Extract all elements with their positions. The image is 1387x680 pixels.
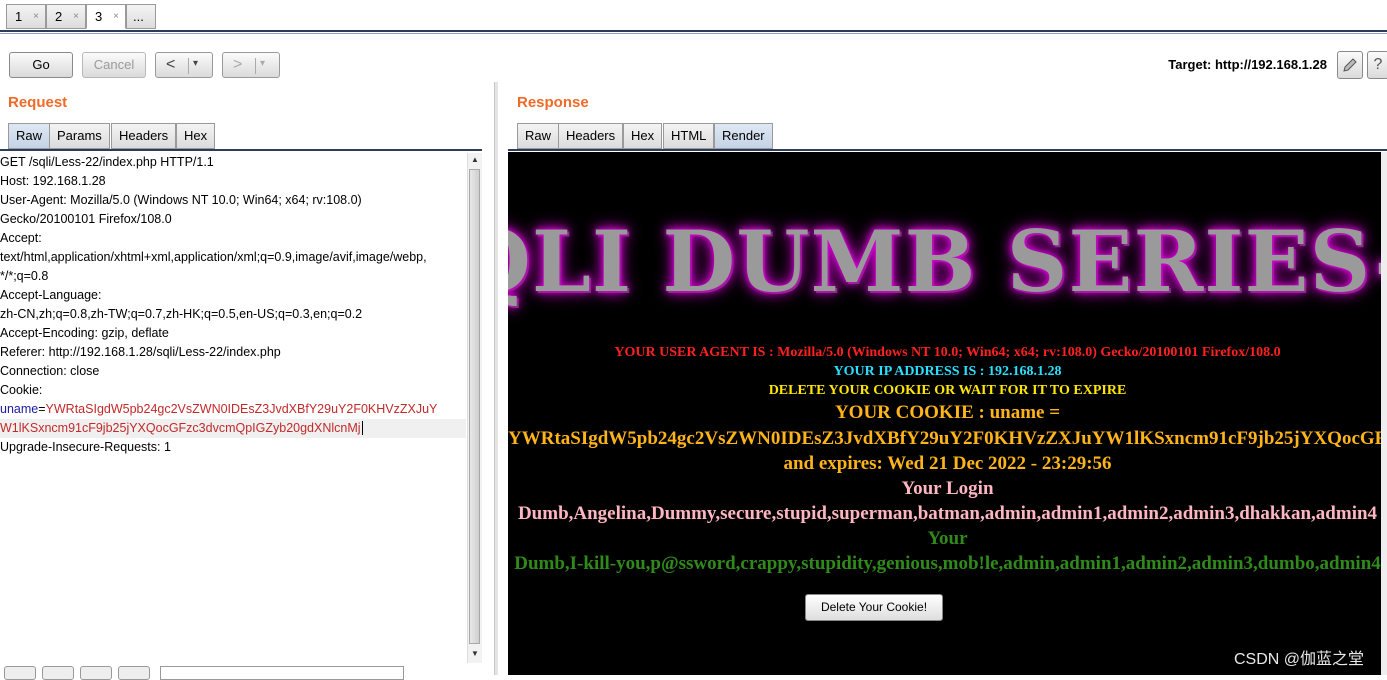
help-icon[interactable] (4, 666, 36, 680)
cookie-label: YOUR COOKIE : uname = (834, 402, 1061, 423)
target-label: Target: http://192.168.1.28 (1168, 57, 1327, 72)
close-icon[interactable]: × (73, 5, 79, 28)
pencil-icon (1343, 58, 1357, 72)
tab-bar-line (0, 30, 1387, 32)
back-arrow-icon: < (166, 56, 176, 73)
response-tab-render[interactable]: Render (714, 123, 773, 149)
help-button[interactable]: ? (1367, 51, 1387, 79)
cookie-eq: = (38, 402, 46, 416)
tab-underline (508, 149, 1387, 151)
cookie-value: W1lKSxncm91cF9jb25jYXQocGFzc3dvcmQpIGZyb… (0, 421, 361, 435)
request-tab-raw[interactable]: Raw (8, 123, 51, 149)
request-scrollbar[interactable]: ▲ ▼ (467, 153, 482, 663)
delete-notice: DELETE YOUR COOKIE OR WAIT FOR IT TO EXP… (768, 383, 1127, 398)
expires-line: and expires: Wed 21 Dec 2022 - 23:29:56 (783, 453, 1112, 474)
ip-line: YOUR IP ADDRESS IS : 192.168.1.28 (833, 364, 1062, 379)
request-line: zh-CN,zh;q=0.8,zh-TW;q=0.7,zh-HK;q=0.5,e… (0, 307, 363, 321)
cancel-button: Cancel (82, 52, 146, 78)
request-title: Request (8, 94, 68, 111)
tab-more[interactable]: ... (126, 4, 156, 29)
cookie-key: uname (0, 402, 39, 416)
split-divider[interactable] (494, 82, 498, 675)
delete-cookie-button[interactable]: Delete Your Cookie! (805, 594, 943, 621)
response-title: Response (517, 94, 589, 111)
request-tab-hex[interactable]: Hex (176, 123, 216, 149)
request-line: Gecko/20100101 Firefox/108.0 (0, 212, 172, 226)
request-line: Upgrade-Insecure-Requests: 1 (0, 440, 171, 454)
cookie-value: YWRtaSIgdW5pb24gc2VsZWN0IDEsZ3JvdXBfY29u… (45, 402, 438, 416)
go-button[interactable]: Go (9, 52, 73, 78)
user-agent-line: YOUR USER AGENT IS : Mozilla/5.0 (Window… (614, 345, 1281, 360)
response-tab-headers[interactable]: Headers (558, 123, 624, 149)
prev-icon[interactable] (42, 666, 74, 680)
next-icon[interactable] (118, 666, 150, 680)
cookie-line: W1lKSxncm91cF9jb25jYXQocGFzc3dvcmQpIGZyb… (0, 419, 466, 438)
text-cursor (361, 421, 363, 435)
back-button[interactable]: < ▾ (155, 52, 213, 78)
response-tab-html[interactable]: HTML (663, 123, 715, 149)
separator (255, 58, 256, 74)
request-line: Host: 192.168.1.28 (0, 174, 106, 188)
request-tab-params[interactable]: Params (49, 123, 110, 149)
request-line: */*;q=0.8 (0, 269, 49, 283)
banner-wrap: SQLI DUMB SERIES-22 (508, 152, 1387, 352)
response-tab-hex[interactable]: Hex (623, 123, 663, 149)
request-line: Accept-Encoding: gzip, deflate (0, 326, 169, 340)
request-line: Accept: (0, 231, 42, 245)
tab-label: 1 (15, 9, 23, 24)
search-bar (0, 664, 490, 680)
help-icon: ? (1373, 56, 1383, 73)
tab-label: 2 (55, 9, 63, 24)
tab-1[interactable]: 1 × (6, 4, 46, 29)
request-line: Accept-Language: (0, 288, 102, 302)
close-icon[interactable]: × (33, 5, 39, 28)
request-line: Cookie: (0, 383, 43, 397)
cookie-value: YWRtaSIgdW5pb24gc2VsZWN0IDEsZ3JvdXBfY29u… (508, 428, 1387, 449)
request-line: Referer: http://192.168.1.28/sqli/Less-2… (0, 345, 281, 359)
cookie-line: uname=YWRtaSIgdW5pb24gc2VsZWN0IDEsZ3JvdX… (0, 400, 466, 419)
tab-underline (0, 149, 482, 151)
chevron-down-icon: ▾ (260, 58, 266, 69)
render-view: SQLI DUMB SERIES-22 YOUR USER AGENT IS :… (508, 152, 1387, 675)
tab-2[interactable]: 2 × (46, 4, 86, 29)
request-line: Connection: close (0, 364, 100, 378)
scroll-down-icon[interactable]: ▼ (471, 649, 479, 658)
tab-3[interactable]: 3 × (86, 4, 126, 29)
chevron-down-icon[interactable]: ▾ (193, 53, 198, 75)
edit-target-button[interactable] (1337, 51, 1363, 79)
request-line: User-Agent: Mozilla/5.0 (Windows NT 10.0… (0, 193, 362, 207)
close-icon[interactable]: × (113, 5, 119, 28)
scroll-up-icon[interactable]: ▲ (471, 155, 479, 164)
forward-button: > ▾ (222, 52, 280, 78)
password-label: Your (927, 528, 968, 549)
scroll-thumb[interactable] (469, 169, 480, 644)
forward-arrow-icon: > (233, 56, 243, 73)
tab-label: 3 (95, 9, 103, 24)
request-editor[interactable]: GET /sqli/Less-22/index.php HTTP/1.1 Hos… (0, 153, 466, 663)
login-label: Your Login (901, 478, 994, 499)
watermark: CSDN @伽蓝之堂 (1234, 651, 1365, 668)
request-line: GET /sqli/Less-22/index.php HTTP/1.1 (0, 155, 214, 169)
search-input[interactable] (160, 666, 404, 680)
login-list: Dumb,Angelina,Dummy,secure,stupid,superm… (517, 503, 1378, 524)
site-banner: SQLI DUMB SERIES-22 (508, 212, 1387, 311)
response-scrollbar[interactable] (1381, 152, 1387, 675)
separator (188, 58, 189, 74)
request-tab-headers[interactable]: Headers (111, 123, 177, 149)
add-icon[interactable] (80, 666, 112, 680)
tab-label: ... (133, 9, 144, 24)
password-list: Dumb,I-kill-you,p@ssword,crappy,stupidit… (514, 553, 1381, 574)
request-line: text/html,application/xhtml+xml,applicat… (0, 250, 427, 264)
response-tab-raw[interactable]: Raw (517, 123, 560, 149)
tab-bar-line (0, 33, 1387, 34)
